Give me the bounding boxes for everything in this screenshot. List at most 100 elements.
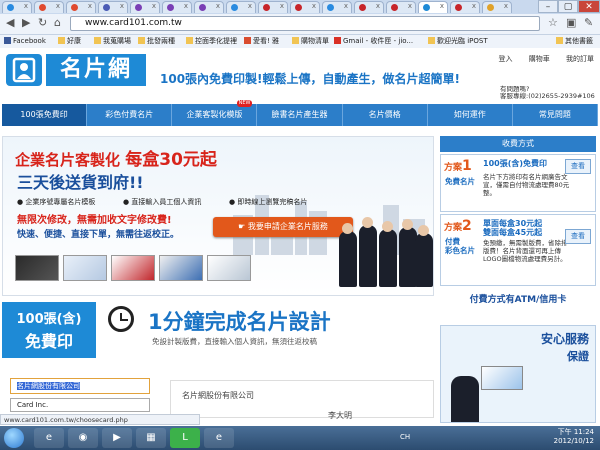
explorer-icon[interactable]: e <box>204 428 234 448</box>
browser-tab[interactable]: x <box>2 1 32 13</box>
nav-free-print[interactable]: 100張免費印 <box>2 104 88 126</box>
line-icon[interactable]: L <box>170 428 200 448</box>
banner-red-line: 無限次修改，無需加收文字修改費! <box>17 215 172 226</box>
reload-icon[interactable]: ↻ <box>38 17 47 29</box>
business-person <box>415 233 433 287</box>
other-bookmarks[interactable]: 其他書籤 <box>556 36 593 47</box>
browser-tab[interactable]: x <box>130 1 160 13</box>
top-links: 登入 購物車 我的訂單 <box>499 54 594 64</box>
browser-tab[interactable]: x <box>162 1 192 13</box>
payment-methods: 付費方式有ATM/信用卡 <box>469 295 567 305</box>
plan-2-card[interactable]: 方案2 付費 彩色名片 單面每盒30元起 雙面每盒45元起 免預繳，無需製版費，省除… <box>440 214 596 286</box>
nav-enterprise-label: 企業客製化模版 <box>186 110 243 119</box>
nav-color-paid[interactable]: 彩色付費名片 <box>87 104 173 126</box>
safe-subtitle: 保證 <box>567 350 589 363</box>
bookmark-item[interactable]: 好康 <box>58 36 81 47</box>
language-indicator[interactable]: CH <box>400 433 410 441</box>
browser-tab[interactable]: x <box>258 1 288 13</box>
nav-faq[interactable]: 常見問題 <box>513 104 598 126</box>
media-player-icon[interactable]: ▶ <box>102 428 132 448</box>
banner-title-text: 企業名片客製化 <box>15 151 121 169</box>
english-name-input[interactable]: Card Inc. <box>10 398 150 412</box>
cart-link[interactable]: 購物車 <box>529 55 550 63</box>
bookmark-item[interactable]: 批發兩種 <box>138 36 175 47</box>
browser-tab[interactable]: x <box>450 1 480 13</box>
safe-service-box: 安心服務 保證 <box>440 325 596 423</box>
bookmark-item[interactable]: 控面季化提裡 <box>186 36 237 47</box>
logo-icon[interactable] <box>6 54 42 86</box>
contact-info: 有問題嗎? 客服專線:(02)2655-2939#106 <box>500 86 595 100</box>
feature-item: ● 企業序號專屬名片模板 <box>17 198 96 206</box>
browser-tab[interactable]: x <box>386 1 416 13</box>
address-bar[interactable]: www.card101.com.tw <box>70 16 540 31</box>
browser-tab[interactable]: x <box>34 1 64 13</box>
view-plan-1-button[interactable]: 查看 <box>565 159 591 174</box>
window-controls: – ▢ ✕ <box>538 0 600 13</box>
bookmark-item[interactable]: 歡迎光臨 iPOST <box>428 36 488 47</box>
hand-pointer-icon: ☛ <box>238 222 248 231</box>
logo-text[interactable]: 名片網 <box>46 54 146 86</box>
browser-tab-active[interactable]: x <box>418 1 448 13</box>
bookmark-item[interactable]: 我蒐購場 <box>94 36 131 47</box>
extension-icon[interactable]: ▣ <box>566 17 576 29</box>
free-print-line1: 100張(含) <box>16 312 82 327</box>
nav-facebook-generator[interactable]: 臉書名片產生器 <box>257 104 343 126</box>
card-in-hand-image <box>481 366 523 390</box>
nav-enterprise[interactable]: 企業客製化模版 NEW <box>172 100 258 126</box>
plan-title: 100張(含)免費印 <box>483 159 548 168</box>
minimize-button[interactable]: – <box>538 0 558 13</box>
nav-how-it-works[interactable]: 如何運作 <box>428 104 513 126</box>
sample-card <box>159 255 203 281</box>
home-icon[interactable]: ⌂ <box>54 17 61 29</box>
feature-item: ● 即時線上瀏覽完稿名片 <box>229 198 308 206</box>
browser-tab[interactable]: x <box>354 1 384 13</box>
login-link[interactable]: 登入 <box>499 55 513 63</box>
browser-tab[interactable]: x <box>194 1 224 13</box>
bookmark-item[interactable]: Gmail - 收件匣 - jio... <box>334 36 413 47</box>
card-preview-name: 李大明 <box>328 411 352 420</box>
browser-tab[interactable]: x <box>290 1 320 13</box>
cta-label: 我要申請企業名片服務 <box>247 222 328 231</box>
system-clock[interactable]: 下午 11:24 2012/10/12 <box>554 428 594 446</box>
orders-link[interactable]: 我的訂單 <box>566 55 594 63</box>
sample-card <box>15 255 59 281</box>
browser-tab[interactable]: x <box>98 1 128 13</box>
company-name-input[interactable]: 名片網股份有限公司 <box>10 378 150 394</box>
sample-card <box>63 255 107 281</box>
browser-tab[interactable]: x <box>66 1 96 13</box>
plan-name: 付費 彩色名片 <box>445 237 475 255</box>
nav-prices[interactable]: 名片價格 <box>343 104 428 126</box>
close-button[interactable]: ✕ <box>578 0 600 13</box>
bookmark-item[interactable]: 購物清單 <box>292 36 329 47</box>
maximize-button[interactable]: ▢ <box>558 0 578 13</box>
bookmark-item[interactable]: Facebook <box>4 36 46 47</box>
browser-toolbar: ◀ ▶ ↻ ⌂ www.card101.com.tw ☆ ▣ ✎ <box>0 14 600 35</box>
chrome-icon[interactable]: ◉ <box>68 428 98 448</box>
ie-icon[interactable]: e <box>34 428 64 448</box>
plan-1-card[interactable]: 方案1 免費名片 100張(含)免費印 名片下方將印有名片網廣告文宣，僅需自付物… <box>440 154 596 212</box>
browser-tab[interactable]: x <box>482 1 512 13</box>
company-name-selected-text: 名片網股份有限公司 <box>17 382 80 390</box>
business-person <box>359 225 377 287</box>
bookmark-item[interactable]: 愛看! 雅 <box>244 36 279 47</box>
plan-number: 方案1 <box>444 158 472 174</box>
promo-banner[interactable]: 企業名片客製化 每盒30元起 三天後送貨到府!! ● 企業序號專屬名片模板 ● … <box>2 136 434 296</box>
person-head <box>382 221 393 232</box>
feature-item: ● 直接輸入員工個人資訊 <box>123 198 202 206</box>
calculator-icon[interactable]: ▦ <box>136 428 166 448</box>
start-button[interactable] <box>4 428 24 448</box>
view-plan-2-button[interactable]: 查看 <box>565 229 591 244</box>
free-print-box[interactable]: 100張(含) 免費印 <box>2 302 96 358</box>
clock-time: 下午 11:24 <box>557 428 594 436</box>
person-head <box>362 217 373 228</box>
wrench-icon[interactable]: ✎ <box>584 17 593 29</box>
person-head <box>402 219 413 230</box>
person-head <box>418 225 429 236</box>
forward-icon[interactable]: ▶ <box>22 17 30 29</box>
browser-tab[interactable]: x <box>322 1 352 13</box>
bookmark-star-icon[interactable]: ☆ <box>548 17 558 29</box>
apply-enterprise-button[interactable]: ☛ 我要申請企業名片服務 <box>213 217 353 237</box>
browser-tab[interactable]: x <box>226 1 256 13</box>
plan-number: 方案2 <box>444 218 472 234</box>
back-icon[interactable]: ◀ <box>6 17 14 29</box>
